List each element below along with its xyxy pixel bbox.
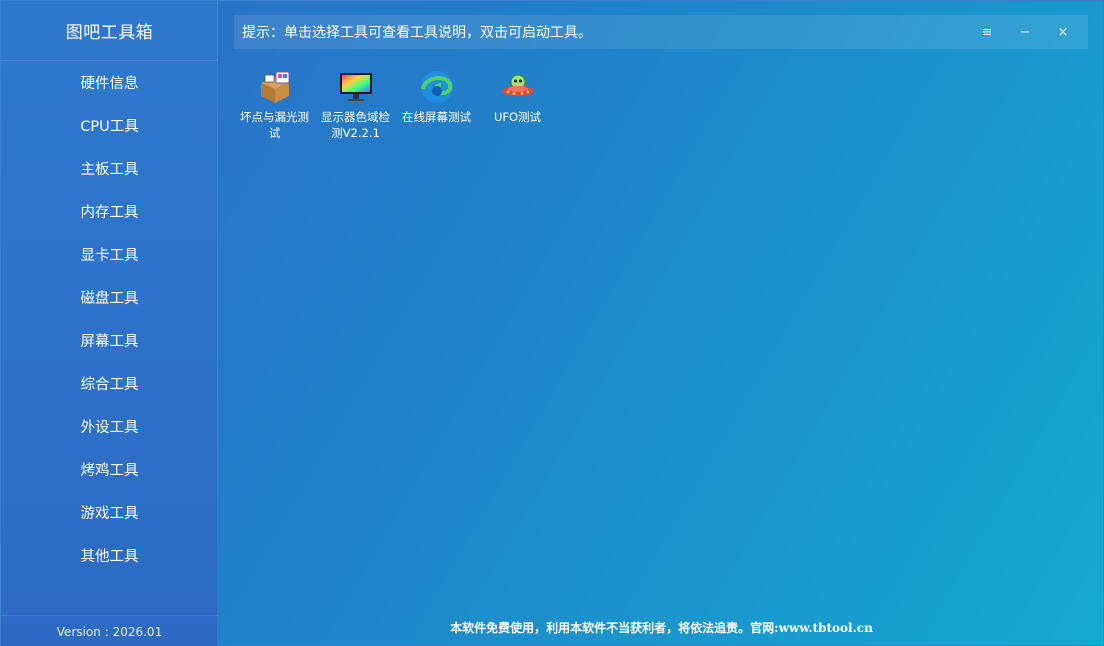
tool-label: UFO测试 [493,110,542,124]
app-title: 图吧工具箱 [1,1,218,61]
sidebar-item-memory-tools[interactable]: 内存工具 [1,190,218,233]
monitor-color-icon [336,67,376,107]
tool-monitor-gamut-test[interactable]: 显示器色域检测V2.2.1 [315,67,396,141]
footer-notice: 本软件免费使用，利用本软件不当获利者，将依法追责。官网:www.tbtool.c… [450,620,873,635]
sidebar-item-peripheral-tools[interactable]: 外设工具 [1,405,218,448]
hint-bar: 提示：单击选择工具可查看工具说明，双击可启动工具。 ≡ − × [234,15,1088,49]
sidebar-item-game-tools[interactable]: 游戏工具 [1,491,218,534]
hint-text: 提示：单击选择工具可查看工具说明，双击可启动工具。 [242,25,592,41]
sidebar: 图吧工具箱 硬件信息 CPU工具 主板工具 内存工具 显卡工具 磁盘工具 屏幕工… [1,1,218,646]
sidebar-item-disk-tools[interactable]: 磁盘工具 [1,276,218,319]
menu-icon[interactable]: ≡ [968,15,1006,49]
sidebar-item-other-tools[interactable]: 其他工具 [1,534,218,577]
sidebar-item-general-tools[interactable]: 综合工具 [1,362,218,405]
tool-label: 显示器色域检测V2.2.1 [321,110,390,140]
minimize-icon[interactable]: − [1006,15,1044,49]
sidebar-nav: 硬件信息 CPU工具 主板工具 内存工具 显卡工具 磁盘工具 屏幕工具 综合工具… [1,61,218,577]
tool-grid: 坏点与漏光测试 显示器色域检测V2.2.1 在线屏幕测试 UFO测试 [234,67,558,141]
ufo-icon [498,67,538,107]
tool-label: 坏点与漏光测试 [240,110,309,140]
package-icon [255,67,295,107]
sidebar-item-screen-tools[interactable]: 屏幕工具 [1,319,218,362]
tool-dead-pixel-test[interactable]: 坏点与漏光测试 [234,67,315,141]
sidebar-item-stress-tools[interactable]: 烤鸡工具 [1,448,218,491]
tool-label: 在线屏幕测试 [402,110,471,124]
close-icon[interactable]: × [1044,15,1082,49]
edge-browser-icon [417,67,457,107]
version-label: Version : 2026.01 [1,615,218,646]
sidebar-item-cpu-tools[interactable]: CPU工具 [1,104,218,147]
sidebar-item-hardware-info[interactable]: 硬件信息 [1,61,218,104]
app-window: 图吧工具箱 硬件信息 CPU工具 主板工具 内存工具 显卡工具 磁盘工具 屏幕工… [0,0,1104,646]
sidebar-item-gpu-tools[interactable]: 显卡工具 [1,233,218,276]
window-controls: ≡ − × [968,15,1082,49]
tool-ufo-test[interactable]: UFO测试 [477,67,558,141]
tool-online-screen-test[interactable]: 在线屏幕测试 [396,67,477,141]
sidebar-item-motherboard-tools[interactable]: 主板工具 [1,147,218,190]
